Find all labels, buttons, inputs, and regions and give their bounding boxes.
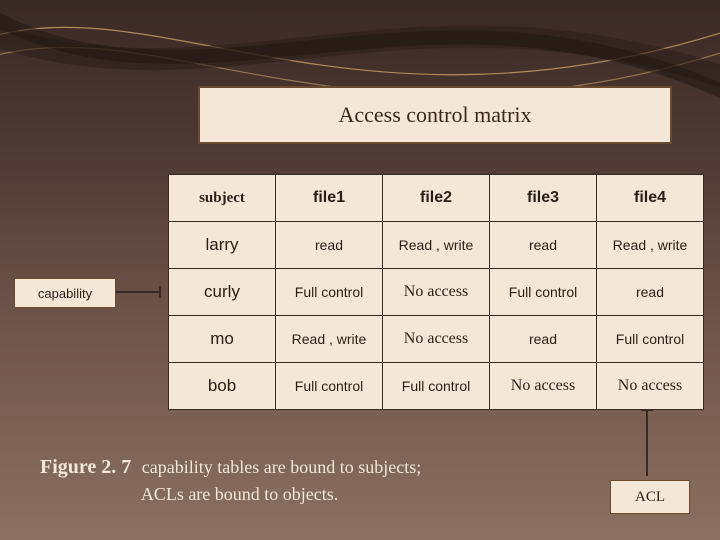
cell: read — [490, 316, 597, 363]
table-header-row: subject file1 file2 file3 file4 — [169, 175, 704, 222]
cell: read — [597, 269, 704, 316]
access-control-matrix: subject file1 file2 file3 file4 larry re… — [168, 174, 704, 410]
caption-line2: ACLs are bound to objects. — [141, 484, 338, 504]
table-row: curly Full control No access Full contro… — [169, 269, 704, 316]
col-file2: file2 — [383, 175, 490, 222]
cell: Full control — [276, 363, 383, 410]
cell-subject: curly — [169, 269, 276, 316]
title-box: Access control matrix — [198, 86, 672, 144]
acl-label: ACL — [610, 480, 690, 514]
table-row: mo Read , write No access read Full cont… — [169, 316, 704, 363]
cell: read — [276, 222, 383, 269]
cell: Full control — [383, 363, 490, 410]
caption-line1: capability tables are bound to subjects; — [142, 457, 421, 477]
cell: Read , write — [276, 316, 383, 363]
slide-title: Access control matrix — [338, 102, 531, 128]
cell: No access — [597, 363, 704, 410]
cell-subject: mo — [169, 316, 276, 363]
figure-caption: Figure 2. 7 capability tables are bound … — [40, 454, 580, 508]
cell-subject: larry — [169, 222, 276, 269]
col-file3: file3 — [490, 175, 597, 222]
col-file1: file1 — [276, 175, 383, 222]
cell: Full control — [597, 316, 704, 363]
cell: No access — [490, 363, 597, 410]
cell: read — [490, 222, 597, 269]
cell: No access — [383, 269, 490, 316]
acl-connector — [646, 410, 648, 476]
cell: Read , write — [383, 222, 490, 269]
cell: Read , write — [597, 222, 704, 269]
slide: Access control matrix capability subject… — [0, 0, 720, 540]
col-file4: file4 — [597, 175, 704, 222]
capability-label: capability — [14, 278, 116, 308]
table-row: bob Full control Full control No access … — [169, 363, 704, 410]
capability-connector — [116, 291, 160, 293]
cell: Full control — [490, 269, 597, 316]
cell: No access — [383, 316, 490, 363]
table-row: larry read Read , write read Read , writ… — [169, 222, 704, 269]
capability-label-text: capability — [38, 286, 92, 301]
figure-number: Figure 2. 7 — [40, 456, 131, 478]
acl-label-text: ACL — [635, 489, 665, 506]
cell-subject: bob — [169, 363, 276, 410]
col-subject: subject — [169, 175, 276, 222]
cell: Full control — [276, 269, 383, 316]
